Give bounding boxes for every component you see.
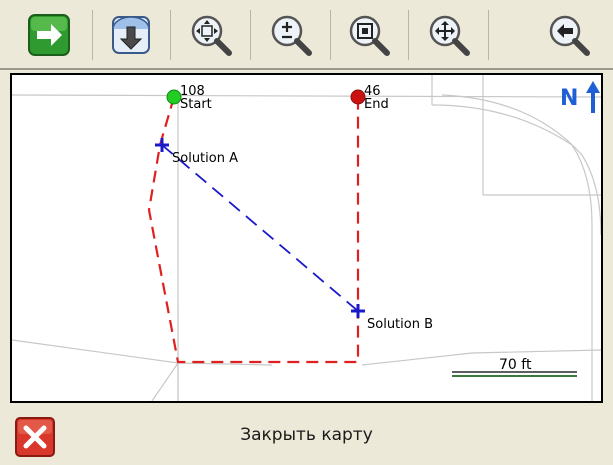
zoom-in-out-button[interactable] (260, 6, 322, 64)
scale-label: 70 ft (499, 357, 532, 373)
start-point[interactable] (166, 89, 182, 105)
route-line (147, 96, 360, 364)
pan-button[interactable] (418, 6, 480, 64)
end-point[interactable] (350, 89, 366, 105)
street-lines (12, 75, 601, 401)
start-label: Start (180, 97, 212, 112)
toolbar (0, 0, 613, 70)
back-arrow-icon (549, 15, 590, 56)
close-map-label[interactable]: Закрыть карту (0, 425, 613, 445)
zoom-plus-minus-icon (271, 15, 312, 56)
solution-b-label: Solution B (367, 317, 433, 332)
map-canvas[interactable]: 108 Start 46 End Solution A Solution B N… (12, 75, 601, 401)
zoom-fit-icon (191, 15, 232, 56)
north-label: N (560, 86, 578, 111)
solution-a-label: Solution A (172, 151, 238, 166)
end-label: End (364, 97, 389, 112)
solution-line (161, 144, 359, 312)
pan-move-icon (429, 15, 470, 56)
zoom-window-icon (349, 15, 390, 56)
back-button[interactable] (538, 6, 600, 64)
download-button[interactable] (100, 6, 162, 64)
down-arrow-icon (112, 16, 150, 54)
bottom-bar: Закрыть карту (0, 403, 613, 465)
map-view[interactable]: 108 Start 46 End Solution A Solution B N… (10, 73, 603, 403)
green-arrow-right-icon (28, 14, 70, 56)
zoom-fit-button[interactable] (180, 6, 242, 64)
forward-button[interactable] (18, 6, 80, 64)
zoom-window-button[interactable] (338, 6, 400, 64)
scale-bar (452, 371, 577, 377)
